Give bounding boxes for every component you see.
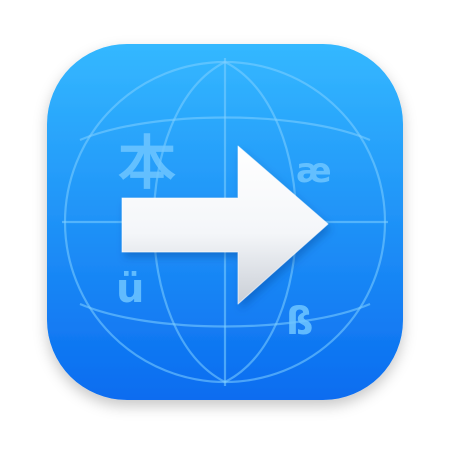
eszett-glyph: ß (286, 299, 313, 343)
icon-stage: 本 æ ü ß (0, 0, 450, 450)
u-umlaut-glyph: ü (116, 266, 144, 312)
ae-glyph: æ (296, 151, 332, 191)
cjk-glyph: 本 (118, 129, 176, 197)
app-icon[interactable]: 本 æ ü ß (0, 0, 450, 450)
